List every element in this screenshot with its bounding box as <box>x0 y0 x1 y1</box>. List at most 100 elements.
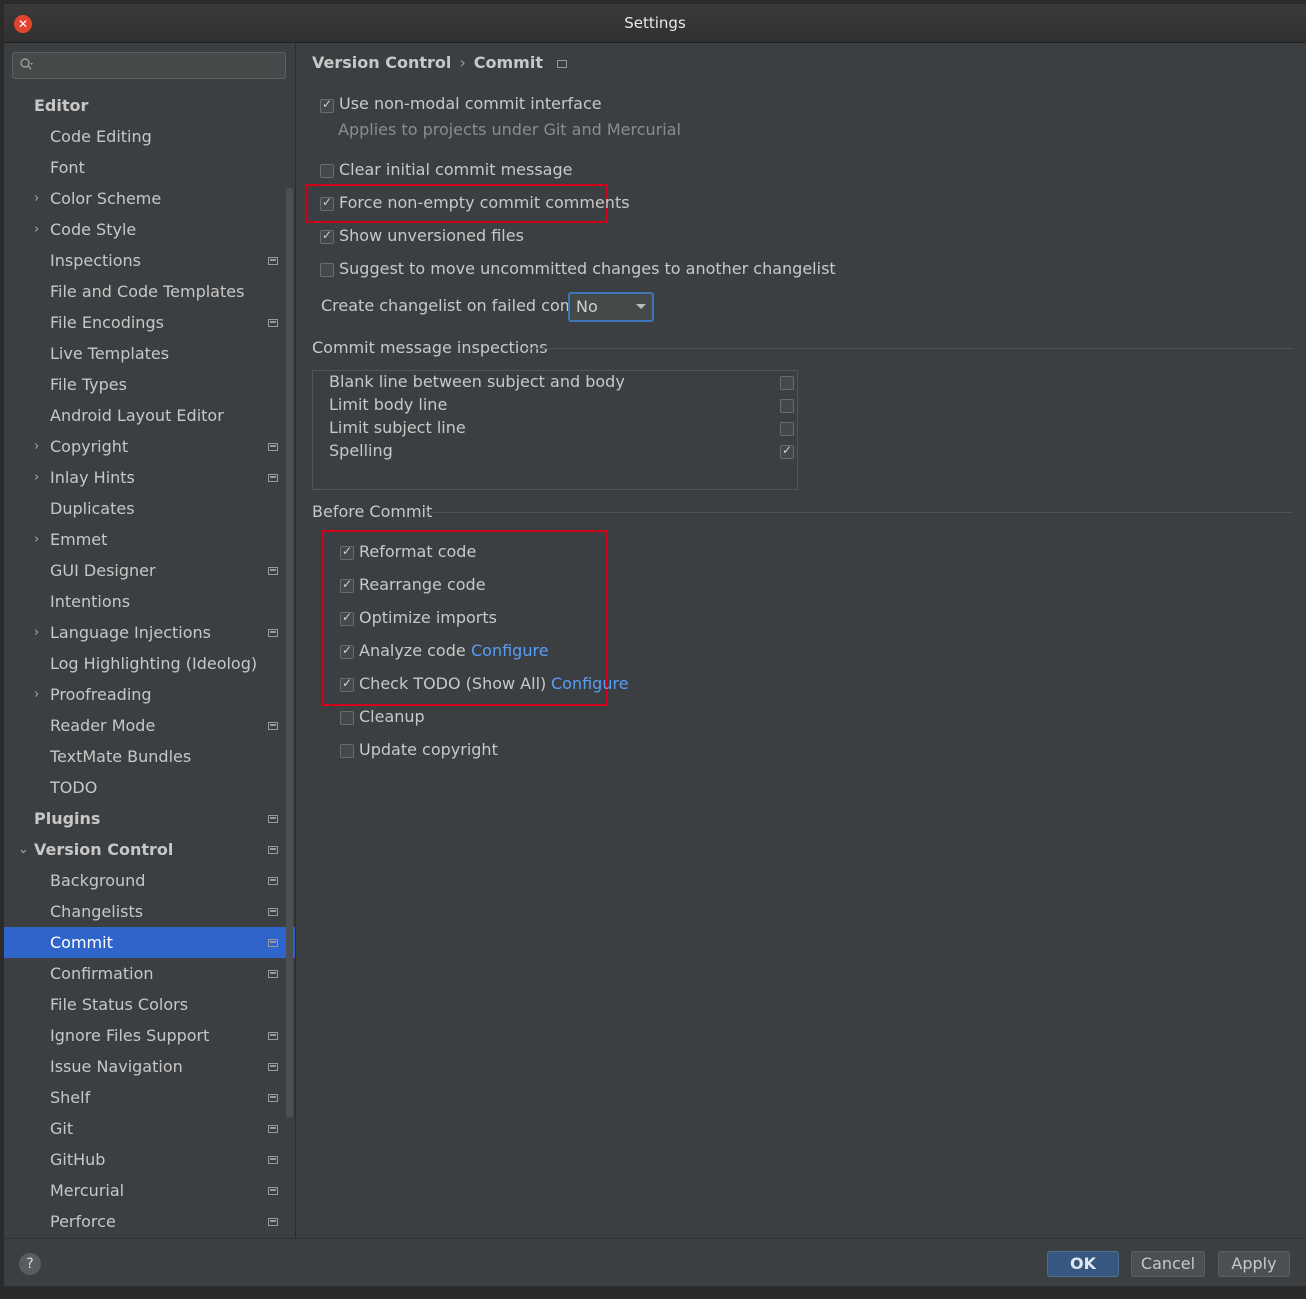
sidebar-item-color-scheme[interactable]: › Color Scheme <box>4 183 295 214</box>
sidebar-item-confirmation[interactable]: Confirmation <box>4 958 295 989</box>
sidebar-item-todo[interactable]: TODO <box>4 772 295 803</box>
breadcrumb-parent[interactable]: Version Control <box>312 53 451 72</box>
project-level-icon <box>268 1187 278 1195</box>
sidebar-item-gui-designer[interactable]: GUI Designer <box>4 555 295 586</box>
inspection-checkbox[interactable] <box>780 443 794 459</box>
inspection-item[interactable]: Spelling <box>329 441 795 460</box>
sidebar-item-github[interactable]: GitHub <box>4 1144 295 1175</box>
sidebar-item-code-editing[interactable]: Code Editing <box>4 121 295 152</box>
search-input[interactable] <box>12 52 286 79</box>
configure-link[interactable]: Configure <box>471 641 549 660</box>
before-commit-label: Cleanup <box>359 707 425 726</box>
sidebar-item-android-layout-editor[interactable]: Android Layout Editor <box>4 400 295 431</box>
chevron-right-icon[interactable]: › <box>34 617 44 648</box>
show-unversioned-checkbox[interactable] <box>320 228 334 244</box>
sidebar-item-log-highlighting-ideolog[interactable]: Log Highlighting (Ideolog) <box>4 648 295 679</box>
sidebar-item-inlay-hints[interactable]: › Inlay Hints <box>4 462 295 493</box>
before-commit-checkbox[interactable] <box>340 577 354 593</box>
before-commit-checkbox[interactable] <box>340 744 354 758</box>
chevron-right-icon[interactable]: › <box>34 183 44 214</box>
show-unversioned-label: Show unversioned files <box>339 226 524 245</box>
chevron-right-icon[interactable]: › <box>34 214 44 245</box>
sidebar-item-shelf[interactable]: Shelf <box>4 1082 295 1113</box>
sidebar-item-ignore-files-support[interactable]: Ignore Files Support <box>4 1020 295 1051</box>
chevron-right-icon[interactable]: › <box>34 679 44 710</box>
sidebar-item-background[interactable]: Background <box>4 865 295 896</box>
project-level-icon <box>268 1156 278 1164</box>
sidebar-item-file-encodings[interactable]: File Encodings <box>4 307 295 338</box>
apply-button[interactable]: Apply <box>1218 1251 1290 1277</box>
sidebar-item-label: TextMate Bundles <box>50 747 192 766</box>
sidebar-item-mercurial[interactable]: Mercurial <box>4 1175 295 1206</box>
sidebar-item-editor[interactable]: Editor <box>4 90 295 121</box>
sidebar-item-font[interactable]: Font <box>4 152 295 183</box>
sidebar-item-duplicates[interactable]: Duplicates <box>4 493 295 524</box>
before-commit-checkbox[interactable] <box>340 711 354 725</box>
non-modal-label: Use non-modal commit interface <box>339 94 602 113</box>
inspection-checkbox[interactable] <box>780 376 794 390</box>
sidebar-item-label: File Encodings <box>50 313 164 332</box>
ok-button[interactable]: OK <box>1047 1251 1119 1277</box>
sidebar-item-changelists[interactable]: Changelists <box>4 896 295 927</box>
sidebar-item-inspections[interactable]: Inspections <box>4 245 295 276</box>
sidebar-item-label: Duplicates <box>50 499 135 518</box>
project-level-icon <box>268 846 278 854</box>
sidebar-item-perforce[interactable]: Perforce <box>4 1206 295 1237</box>
sidebar-item-file-status-colors[interactable]: File Status Colors <box>4 989 295 1020</box>
before-commit-label: Rearrange code <box>359 575 486 594</box>
help-icon[interactable]: ? <box>19 1253 41 1275</box>
project-level-icon <box>268 877 278 885</box>
sidebar-scrollbar[interactable] <box>286 188 293 1118</box>
sidebar-item-label: Plugins <box>34 809 101 828</box>
suggest-move-label: Suggest to move uncommitted changes to a… <box>339 259 836 278</box>
suggest-move-checkbox[interactable] <box>320 263 334 277</box>
sidebar-item-reader-mode[interactable]: Reader Mode <box>4 710 295 741</box>
force-non-empty-checkbox[interactable] <box>320 195 334 211</box>
title-bar: ✕ Settings <box>4 4 1306 43</box>
sidebar-item-emmet[interactable]: › Emmet <box>4 524 295 555</box>
project-level-icon <box>268 1063 278 1071</box>
sidebar-item-proofreading[interactable]: › Proofreading <box>4 679 295 710</box>
inspection-label: Limit body line <box>329 395 448 414</box>
chevron-right-icon[interactable]: › <box>34 431 44 462</box>
sidebar-item-version-control[interactable]: ⌄ Version Control <box>4 834 295 865</box>
sidebar-item-live-templates[interactable]: Live Templates <box>4 338 295 369</box>
inspection-checkbox[interactable] <box>780 422 794 436</box>
sidebar-item-file-types[interactable]: File Types <box>4 369 295 400</box>
inspection-checkbox[interactable] <box>780 399 794 413</box>
sidebar-item-git[interactable]: Git <box>4 1113 295 1144</box>
window-title: Settings <box>624 14 686 32</box>
sidebar-item-language-injections[interactable]: › Language Injections <box>4 617 295 648</box>
sidebar-item-label: Reader Mode <box>50 716 156 735</box>
inspection-item[interactable]: Blank line between subject and body <box>329 372 795 391</box>
sidebar-item-textmate-bundles[interactable]: TextMate Bundles <box>4 741 295 772</box>
sidebar-item-intentions[interactable]: Intentions <box>4 586 295 617</box>
configure-link[interactable]: Configure <box>551 674 629 693</box>
sidebar-item-commit[interactable]: Commit <box>4 927 295 958</box>
sidebar-item-copyright[interactable]: › Copyright <box>4 431 295 462</box>
create-changelist-dropdown[interactable]: No <box>568 292 654 322</box>
before-commit-label: Update copyright <box>359 740 498 759</box>
before-commit-checkbox[interactable] <box>340 676 354 692</box>
project-level-icon <box>268 1032 278 1040</box>
sidebar-item-issue-navigation[interactable]: Issue Navigation <box>4 1051 295 1082</box>
before-commit-checkbox[interactable] <box>340 610 354 626</box>
sidebar-item-label: Shelf <box>50 1088 91 1107</box>
clear-initial-checkbox[interactable] <box>320 164 334 178</box>
before-commit-checkbox[interactable] <box>340 643 354 659</box>
sidebar-item-file-and-code-templates[interactable]: File and Code Templates <box>4 276 295 307</box>
before-commit-checkbox[interactable] <box>340 544 354 560</box>
chevron-right-icon[interactable]: › <box>34 524 44 555</box>
inspection-item[interactable]: Limit subject line <box>329 418 795 437</box>
chevron-down-icon[interactable]: ⌄ <box>18 834 29 865</box>
create-changelist-value: No <box>576 297 598 316</box>
project-level-icon <box>268 1094 278 1102</box>
non-modal-checkbox[interactable] <box>320 97 334 113</box>
sidebar-item-plugins[interactable]: Plugins <box>4 803 295 834</box>
before-commit-label: Check TODO (Show All) <box>359 674 547 693</box>
sidebar-item-code-style[interactable]: › Code Style <box>4 214 295 245</box>
chevron-right-icon[interactable]: › <box>34 462 44 493</box>
sidebar-item-label: Proofreading <box>50 685 152 704</box>
cancel-button[interactable]: Cancel <box>1131 1251 1205 1277</box>
inspection-item[interactable]: Limit body line <box>329 395 795 414</box>
